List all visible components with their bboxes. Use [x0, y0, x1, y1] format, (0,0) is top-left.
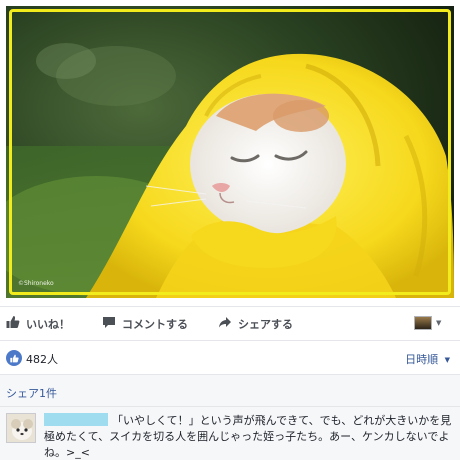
- chevron-down-icon: ▼: [444, 356, 450, 364]
- chevron-down-icon: ▼: [436, 319, 442, 327]
- cat-photo-illustration: [6, 6, 454, 298]
- like-button[interactable]: いいね！: [6, 307, 70, 340]
- like-count[interactable]: 482人: [26, 351, 58, 367]
- comment-button-label: コメントする: [122, 317, 188, 331]
- comment-button[interactable]: コメントする: [102, 307, 188, 340]
- share-count-link[interactable]: シェア1件: [6, 385, 57, 401]
- share-button[interactable]: シェアする: [218, 307, 293, 340]
- sort-label: 日時順: [405, 353, 439, 366]
- photo-watermark: ©Shironeko: [18, 280, 54, 287]
- comment-body: 「いやしくて！」という声が飛んできて、でも、どれが大きいかを見極めたくて、スイカ…: [44, 413, 454, 460]
- post-photo[interactable]: ©Shironeko: [6, 6, 454, 298]
- share-arrow-icon: [218, 315, 232, 332]
- like-reaction-icon[interactable]: [6, 350, 22, 366]
- speech-bubble-icon: [102, 315, 116, 332]
- audience-selector[interactable]: ▼: [414, 316, 441, 330]
- post-photo-container: ©Shironeko: [0, 0, 460, 304]
- shares-row: シェア1件: [0, 374, 460, 406]
- thumbs-up-icon: [6, 315, 20, 332]
- commenter-avatar[interactable]: [6, 413, 36, 443]
- share-button-label: シェアする: [238, 317, 293, 331]
- post-action-bar: いいね！ コメントする シェアする ▼: [0, 306, 460, 340]
- comment-item: 「いやしくて！」という声が飛んできて、でも、どれが大きいかを見極めたくて、スイカ…: [0, 406, 460, 460]
- audience-thumbnail-icon: [414, 316, 432, 330]
- commenter-name-redacted[interactable]: [44, 413, 108, 426]
- reactions-bar: 482人 日時順 ▼: [0, 340, 460, 374]
- like-button-label: いいね！: [26, 317, 70, 331]
- sort-dropdown[interactable]: 日時順 ▼: [405, 351, 450, 367]
